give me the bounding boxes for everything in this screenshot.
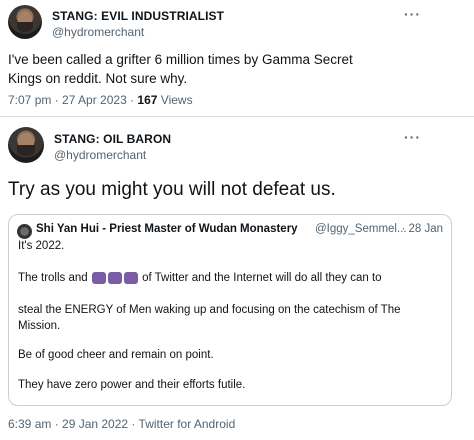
tweet-meta: 7:07 pm · 27 Apr 2023 · 167 Views <box>8 93 193 107</box>
quote-date[interactable]: · 28 Jan <box>401 223 443 235</box>
quote-text-line: It's 2022. <box>18 240 65 252</box>
author-handle[interactable]: @hydromerchant <box>52 25 144 39</box>
quote-author-handle[interactable]: @Iggy_Semmel... <box>315 223 407 235</box>
quote-text-line: steal the ENERGY of Men waking up and fo… <box>18 304 401 332</box>
avatar-beard <box>17 145 35 156</box>
tweet-text: I've been called a grifter 6 million tim… <box>8 52 353 86</box>
tweet-1: STANG: EVIL INDUSTRIALIST @hydromerchant… <box>0 0 474 115</box>
author-name[interactable]: STANG: EVIL INDUSTRIALIST <box>52 9 224 23</box>
view-count: 167 <box>137 93 158 107</box>
space-invader-emoji-icon <box>107 272 122 284</box>
views-label: Views <box>157 93 193 107</box>
quote-text-fragment: The trolls and <box>18 272 91 285</box>
quote-text-line: Be of good cheer and remain on point. <box>18 349 214 361</box>
avatar[interactable] <box>8 127 44 163</box>
quote-text-line: They have zero power and their efforts f… <box>18 379 246 391</box>
more-options-icon[interactable]: ··· <box>404 129 421 145</box>
tweet-meta[interactable]: 6:39 am · 29 Jan 2022 · Twitter for Andr… <box>8 417 235 431</box>
avatar-beard <box>16 22 34 33</box>
space-invader-emoji-icon <box>91 272 106 284</box>
quote-avatar[interactable] <box>17 224 32 239</box>
quote-text-line: The trolls and of Twitter and the Intern… <box>18 272 382 284</box>
quoted-tweet[interactable]: Shi Yan Hui - Priest Master of Wudan Mon… <box>8 214 452 406</box>
more-options-icon[interactable]: ··· <box>404 6 421 22</box>
quote-text-fragment: of Twitter and the Internet will do all … <box>138 272 382 285</box>
space-invader-emoji-icon <box>123 272 138 284</box>
avatar[interactable] <box>8 5 42 39</box>
quote-author-name[interactable]: Shi Yan Hui - Priest Master of Wudan Mon… <box>36 223 298 235</box>
tweet-text: Try as you might you will not defeat us. <box>8 179 336 200</box>
author-handle[interactable]: @hydromerchant <box>54 148 146 162</box>
tweet-timestamp[interactable]: 7:07 pm · 27 Apr 2023 · <box>8 93 137 107</box>
author-name[interactable]: STANG: OIL BARON <box>54 132 171 146</box>
